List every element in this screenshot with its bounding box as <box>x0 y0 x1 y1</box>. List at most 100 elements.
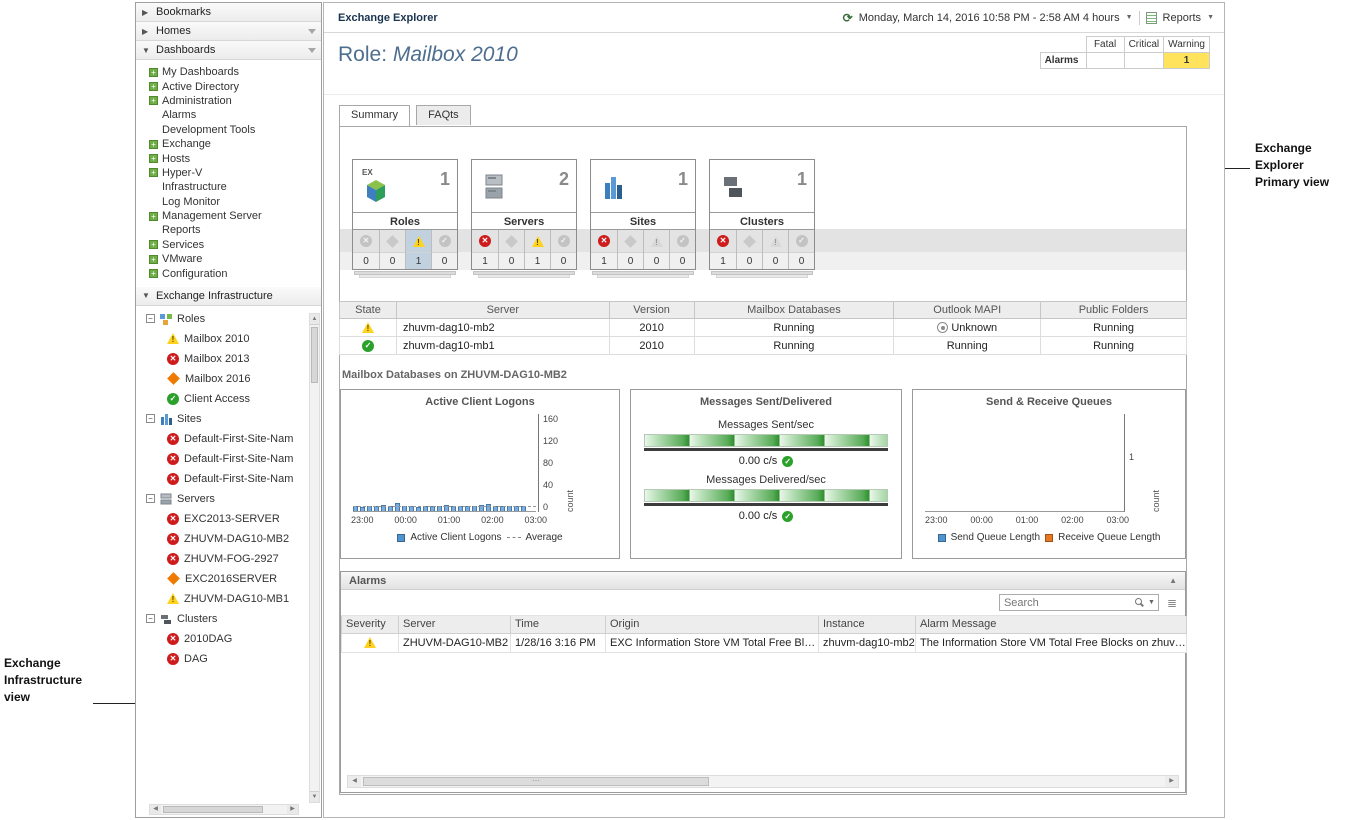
table-row[interactable]: zhuvm-dag10-mb1 2010 Running Running Run… <box>340 337 1187 355</box>
tree-item-2010dag[interactable]: 2010DAG <box>136 629 321 649</box>
col-origin[interactable]: Origin <box>606 616 819 633</box>
tree-group-sites[interactable]: − Sites <box>136 409 321 429</box>
sidebar-item-infrastructure[interactable]: Infrastructure <box>136 180 321 194</box>
collapse-minus-icon[interactable]: − <box>146 314 155 323</box>
sidebar-item-vmware[interactable]: +VMware <box>136 252 321 266</box>
filter-icon[interactable] <box>308 29 316 34</box>
sidebar-item-administration[interactable]: +Administration <box>136 94 321 108</box>
expand-plus-icon[interactable]: + <box>149 240 158 249</box>
expand-plus-icon[interactable]: + <box>149 212 158 221</box>
critical-count[interactable] <box>1124 53 1164 69</box>
sidebar-horizontal-scrollbar[interactable]: ◀ ▶ <box>149 804 299 815</box>
col-server[interactable]: Server <box>399 616 511 633</box>
sidebar-section-homes[interactable]: ▶ Homes <box>136 22 321 41</box>
sidebar-section-exchange-infrastructure[interactable]: ▼ Exchange Infrastructure <box>136 287 321 306</box>
tree-item-zhuvm-dag10-mb2[interactable]: ZHUVM-DAG10-MB2 <box>136 529 321 549</box>
tree-item-zhuvm-dag10-mb1[interactable]: ZHUVM-DAG10-MB1 <box>136 589 321 609</box>
sidebar-item-development-tools[interactable]: Development Tools <box>136 123 321 137</box>
column-options-icon[interactable]: ≣ <box>1167 596 1177 610</box>
tree-item-exc2013-server[interactable]: EXC2013-SERVER <box>136 509 321 529</box>
collapse-minus-icon[interactable]: − <box>146 614 155 623</box>
sites-warning-cell[interactable]: 0 <box>643 230 669 269</box>
col-severity[interactable]: Severity <box>342 616 399 633</box>
clusters-tile[interactable]: 1 Clusters 1 0 0 0 <box>709 159 815 270</box>
sidebar-item-management-server[interactable]: +Management Server <box>136 209 321 223</box>
servers-tile[interactable]: 2 Servers 1 0 1 0 <box>471 159 577 270</box>
sidebar-item-active-directory[interactable]: +Active Directory <box>136 79 321 93</box>
sites-tile[interactable]: 1 Sites 1 0 0 0 <box>590 159 696 270</box>
clusters-critical-cell[interactable]: 0 <box>736 230 762 269</box>
alarms-horizontal-scrollbar[interactable]: ◀ ⋯ ▶ <box>347 775 1179 788</box>
expand-plus-icon[interactable]: + <box>149 68 158 77</box>
tree-item-site-1[interactable]: Default-First-Site-Nam <box>136 429 321 449</box>
expand-plus-icon[interactable]: + <box>149 168 158 177</box>
sidebar-item-services[interactable]: +Services <box>136 238 321 252</box>
sidebar-item-log-monitor[interactable]: Log Monitor <box>136 195 321 209</box>
roles-normal-cell[interactable]: 0 <box>431 230 457 269</box>
collapse-icon[interactable]: ▲ <box>1169 576 1177 585</box>
reports-caret-icon[interactable]: ▼ <box>1207 14 1214 21</box>
col-server[interactable]: Server <box>396 302 609 319</box>
sidebar-item-reports[interactable]: Reports <box>136 223 321 237</box>
sidebar-section-bookmarks[interactable]: ▶ Bookmarks <box>136 3 321 22</box>
sidebar-item-my-dashboards[interactable]: +My Dashboards <box>136 65 321 79</box>
tree-item-site-3[interactable]: Default-First-Site-Nam <box>136 469 321 489</box>
sidebar-item-hosts[interactable]: +Hosts <box>136 151 321 165</box>
warning-count[interactable]: 1 <box>1164 53 1210 69</box>
sites-critical-cell[interactable]: 0 <box>617 230 643 269</box>
fatal-count[interactable] <box>1086 53 1124 69</box>
roles-critical-cell[interactable]: 0 <box>379 230 405 269</box>
expand-plus-icon[interactable]: + <box>149 140 158 149</box>
expand-plus-icon[interactable]: + <box>149 154 158 163</box>
reports-button[interactable]: Reports <box>1163 12 1202 24</box>
table-row[interactable]: zhuvm-dag10-mb2 2010 Running Unknown Run… <box>340 319 1187 337</box>
roles-warning-cell[interactable]: 1 <box>405 230 431 269</box>
col-public-folders[interactable]: Public Folders <box>1041 302 1187 319</box>
scroll-left-icon[interactable]: ◀ <box>348 776 361 787</box>
scroll-right-icon[interactable]: ▶ <box>287 805 298 814</box>
sidebar-section-dashboards[interactable]: ▼ Dashboards <box>136 41 321 60</box>
col-version[interactable]: Version <box>609 302 694 319</box>
expand-plus-icon[interactable]: + <box>149 82 158 91</box>
tree-item-dag[interactable]: DAG <box>136 649 321 669</box>
sidebar-vertical-scrollbar[interactable]: ▲ ▼ <box>309 313 320 803</box>
clusters-warning-cell[interactable]: 0 <box>762 230 788 269</box>
expand-plus-icon[interactable]: + <box>149 96 158 105</box>
tree-item-client-access[interactable]: Client Access <box>136 389 321 409</box>
filter-icon[interactable] <box>308 48 316 53</box>
clusters-normal-cell[interactable]: 0 <box>788 230 814 269</box>
sites-normal-cell[interactable]: 0 <box>669 230 695 269</box>
sites-fatal-cell[interactable]: 1 <box>591 230 617 269</box>
search-icon[interactable] <box>1135 598 1142 605</box>
servers-fatal-cell[interactable]: 1 <box>472 230 498 269</box>
scrollbar-thumb[interactable] <box>311 327 318 383</box>
tree-item-exc2016server[interactable]: EXC2016SERVER <box>136 569 321 589</box>
tree-item-mailbox-2010[interactable]: Mailbox 2010 <box>136 329 321 349</box>
servers-critical-cell[interactable]: 0 <box>498 230 524 269</box>
col-time[interactable]: Time <box>511 616 606 633</box>
sidebar-item-configuration[interactable]: +Configuration <box>136 266 321 280</box>
scroll-right-icon[interactable]: ▶ <box>1165 776 1178 787</box>
scroll-down-icon[interactable]: ▼ <box>310 791 319 802</box>
col-instance[interactable]: Instance <box>819 616 916 633</box>
tree-item-site-2[interactable]: Default-First-Site-Nam <box>136 449 321 469</box>
timerange-caret-icon[interactable]: ▼ <box>1126 14 1133 21</box>
tree-group-clusters[interactable]: − Clusters <box>136 609 321 629</box>
col-alarm-message[interactable]: Alarm Message <box>916 616 1187 633</box>
tree-item-zhuvm-fog-2927[interactable]: ZHUVM-FOG-2927 <box>136 549 321 569</box>
sidebar-item-hyper-v[interactable]: +Hyper-V <box>136 166 321 180</box>
scroll-up-icon[interactable]: ▲ <box>310 314 319 325</box>
col-mailbox-databases[interactable]: Mailbox Databases <box>694 302 894 319</box>
tab-faqts[interactable]: FAQts <box>416 105 471 125</box>
roles-tile[interactable]: EX 1 Roles 0 0 1 0 <box>352 159 458 270</box>
tree-item-mailbox-2013[interactable]: Mailbox 2013 <box>136 349 321 369</box>
servers-normal-cell[interactable]: 0 <box>550 230 576 269</box>
alarms-panel-header[interactable]: Alarms ▲ <box>341 572 1185 590</box>
col-state[interactable]: State <box>340 302 397 319</box>
col-outlook-mapi[interactable]: Outlook MAPI <box>894 302 1041 319</box>
tree-item-mailbox-2016[interactable]: Mailbox 2016 <box>136 369 321 389</box>
scrollbar-thumb[interactable] <box>163 806 263 813</box>
tab-summary[interactable]: Summary <box>339 105 410 126</box>
search-options-caret-icon[interactable]: ▼ <box>1148 599 1155 606</box>
servers-warning-cell[interactable]: 1 <box>524 230 550 269</box>
